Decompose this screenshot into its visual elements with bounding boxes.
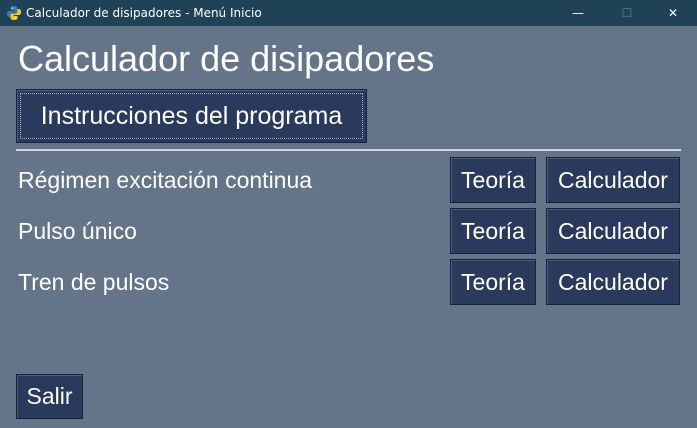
row-label-pulse-train: Tren de pulsos [18,269,170,295]
minimize-icon: — [572,6,584,20]
instructions-button[interactable]: Instrucciones del programa [16,89,367,143]
close-icon: ✕ [667,6,679,20]
close-button[interactable]: ✕ [650,0,696,26]
theory-button-pulse-train[interactable]: Teoría [450,259,536,305]
divider [16,149,681,151]
theory-button-continuous[interactable]: Teoría [450,157,536,203]
maximize-icon: ☐ [621,6,633,20]
calculator-button-single-pulse[interactable]: Calculador [546,208,680,254]
row-label-single-pulse: Pulso único [18,218,137,244]
minimize-button[interactable]: — [555,0,601,26]
calculator-button-continuous[interactable]: Calculador [546,157,680,203]
row-label-continuous: Régimen excitación continua [18,167,313,193]
theory-button-single-pulse[interactable]: Teoría [450,208,536,254]
window-titlebar[interactable]: Calculador de disipadores - Menú Inicio … [0,0,697,26]
exit-button[interactable]: Salir [16,374,83,419]
window-title: Calculador de disipadores - Menú Inicio [26,6,262,20]
python-logo-icon [7,6,21,20]
calculator-button-pulse-train[interactable]: Calculador [546,259,680,305]
maximize-button[interactable]: ☐ [604,0,650,26]
page-title: Calculador de disipadores [18,38,435,79]
